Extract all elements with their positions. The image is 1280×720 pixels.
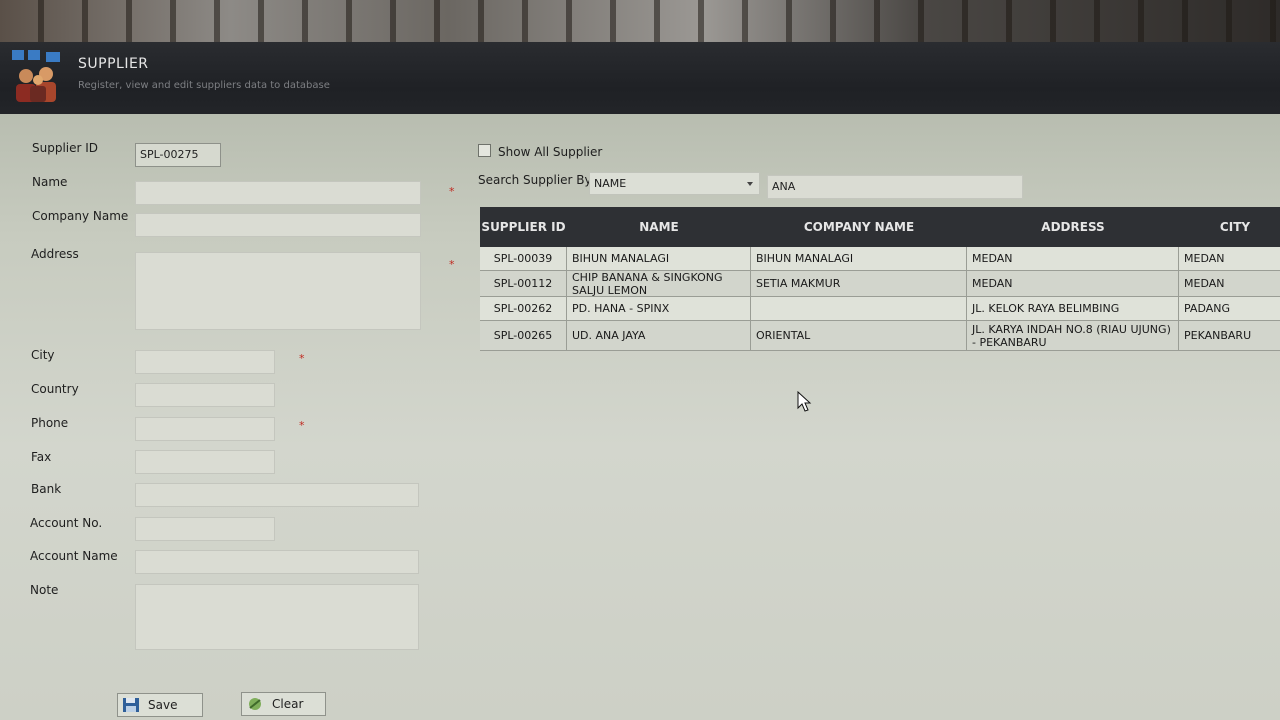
supplier-id-field[interactable]: SPL-00275 [135,143,221,167]
table-row[interactable]: SPL-00112 CHIP BANANA & SINGKONG SALJU LE… [480,271,1280,297]
phone-field[interactable] [135,417,275,441]
note-label: Note [30,583,59,597]
search-by-value: NAME [594,177,627,190]
city-label: City [31,348,55,362]
supplier-id-label: Supplier ID [32,141,99,155]
supplier-grid: SUPPLIER ID NAME COMPANY NAME ADDRESS CI… [480,207,1280,355]
name-required-mark: * [449,185,455,198]
bank-field[interactable] [135,483,419,507]
table-cell-address[interactable]: MEDAN [967,247,1179,270]
save-button[interactable]: Save [117,693,203,717]
note-field[interactable] [135,584,419,650]
search-by-label: Search Supplier By [478,173,592,187]
table-cell-city[interactable]: PEKANBARU [1179,321,1280,350]
chevron-down-icon [747,182,753,186]
clear-button[interactable]: Clear [241,692,326,716]
account-name-field[interactable] [135,550,419,574]
table-row[interactable]: SPL-00265 UD. ANA JAYA ORIENTAL JL. KARYA I… [480,321,1280,351]
floppy-disk-icon [123,698,139,712]
table-cell-name[interactable]: PD. HANA - SPINX [567,297,751,320]
column-header-supplier-id[interactable]: SUPPLIER ID [480,207,567,247]
search-input[interactable]: ANA [767,175,1023,199]
company-name-field[interactable] [135,213,421,237]
table-row[interactable]: SPL-00262 PD. HANA - SPINX JL. KELOK RAYA … [480,297,1280,321]
table-cell-company-name[interactable]: BIHUN MANALAGI [751,247,967,270]
address-label: Address [31,247,79,261]
account-name-label: Account Name [30,549,118,563]
fax-label: Fax [31,450,52,464]
table-cell-company-name[interactable]: ORIENTAL [751,321,967,350]
page-subtitle: Register, view and edit suppliers data t… [78,80,330,91]
show-all-checkbox[interactable] [478,144,491,157]
address-required-mark: * [449,258,455,271]
table-cell-company-name[interactable]: SETIA MAKMUR [751,271,967,296]
table-cell-supplier-id[interactable]: SPL-00262 [480,297,567,320]
country-field[interactable] [135,383,275,407]
phone-required-mark: * [299,419,305,432]
table-cell-name[interactable]: UD. ANA JAYA [567,321,751,350]
clear-button-label: Clear [272,697,304,711]
show-all-label: Show All Supplier [498,145,603,159]
phone-label: Phone [31,416,69,430]
city-required-mark: * [299,352,305,365]
table-cell-address[interactable]: JL. KARYA INDAH NO.8 (RIAU UJUNG) - PEKA… [967,321,1179,350]
table-cell-supplier-id[interactable]: SPL-00039 [480,247,567,270]
mouse-pointer-icon [797,391,812,412]
table-cell-name[interactable]: BIHUN MANALAGI [567,247,751,270]
fax-field[interactable] [135,450,275,474]
search-by-dropdown[interactable]: NAME [589,172,760,195]
column-header-company-name[interactable]: COMPANY NAME [751,207,967,247]
address-field[interactable] [135,252,421,330]
table-cell-city[interactable]: MEDAN [1179,271,1280,296]
grid-header: SUPPLIER ID NAME COMPANY NAME ADDRESS CI… [480,207,1280,247]
page-title: SUPPLIER [78,56,149,72]
name-field[interactable] [135,181,421,205]
supplier-group-icon [12,50,60,102]
table-cell-supplier-id[interactable]: SPL-00265 [480,321,567,350]
account-no-field[interactable] [135,517,275,541]
table-cell-city[interactable]: MEDAN [1179,247,1280,270]
clear-brush-icon [249,698,261,710]
city-field[interactable] [135,350,275,374]
table-row[interactable]: SPL-00039 BIHUN MANALAGI BIHUN MANALAGI MED… [480,247,1280,271]
table-cell-address[interactable]: MEDAN [967,271,1179,296]
table-cell-name[interactable]: CHIP BANANA & SINGKONG SALJU LEMON [567,271,751,297]
column-header-name[interactable]: NAME [567,207,751,247]
account-no-label: Account No. [30,516,103,530]
app-header: SUPPLIER Register, view and edit supplie… [0,42,1280,120]
column-header-city[interactable]: CITY [1179,207,1280,247]
column-header-address[interactable]: ADDRESS [967,207,1179,247]
save-button-label: Save [148,698,178,712]
table-cell-city[interactable]: PADANG [1179,297,1280,320]
table-cell-address[interactable]: JL. KELOK RAYA BELIMBING [967,297,1179,320]
country-label: Country [31,382,79,396]
table-cell-supplier-id[interactable]: SPL-00112 [480,271,567,296]
table-cell-company-name[interactable] [751,297,967,320]
name-label: Name [32,175,68,189]
bank-label: Bank [31,482,62,496]
company-name-label: Company Name [32,209,129,223]
